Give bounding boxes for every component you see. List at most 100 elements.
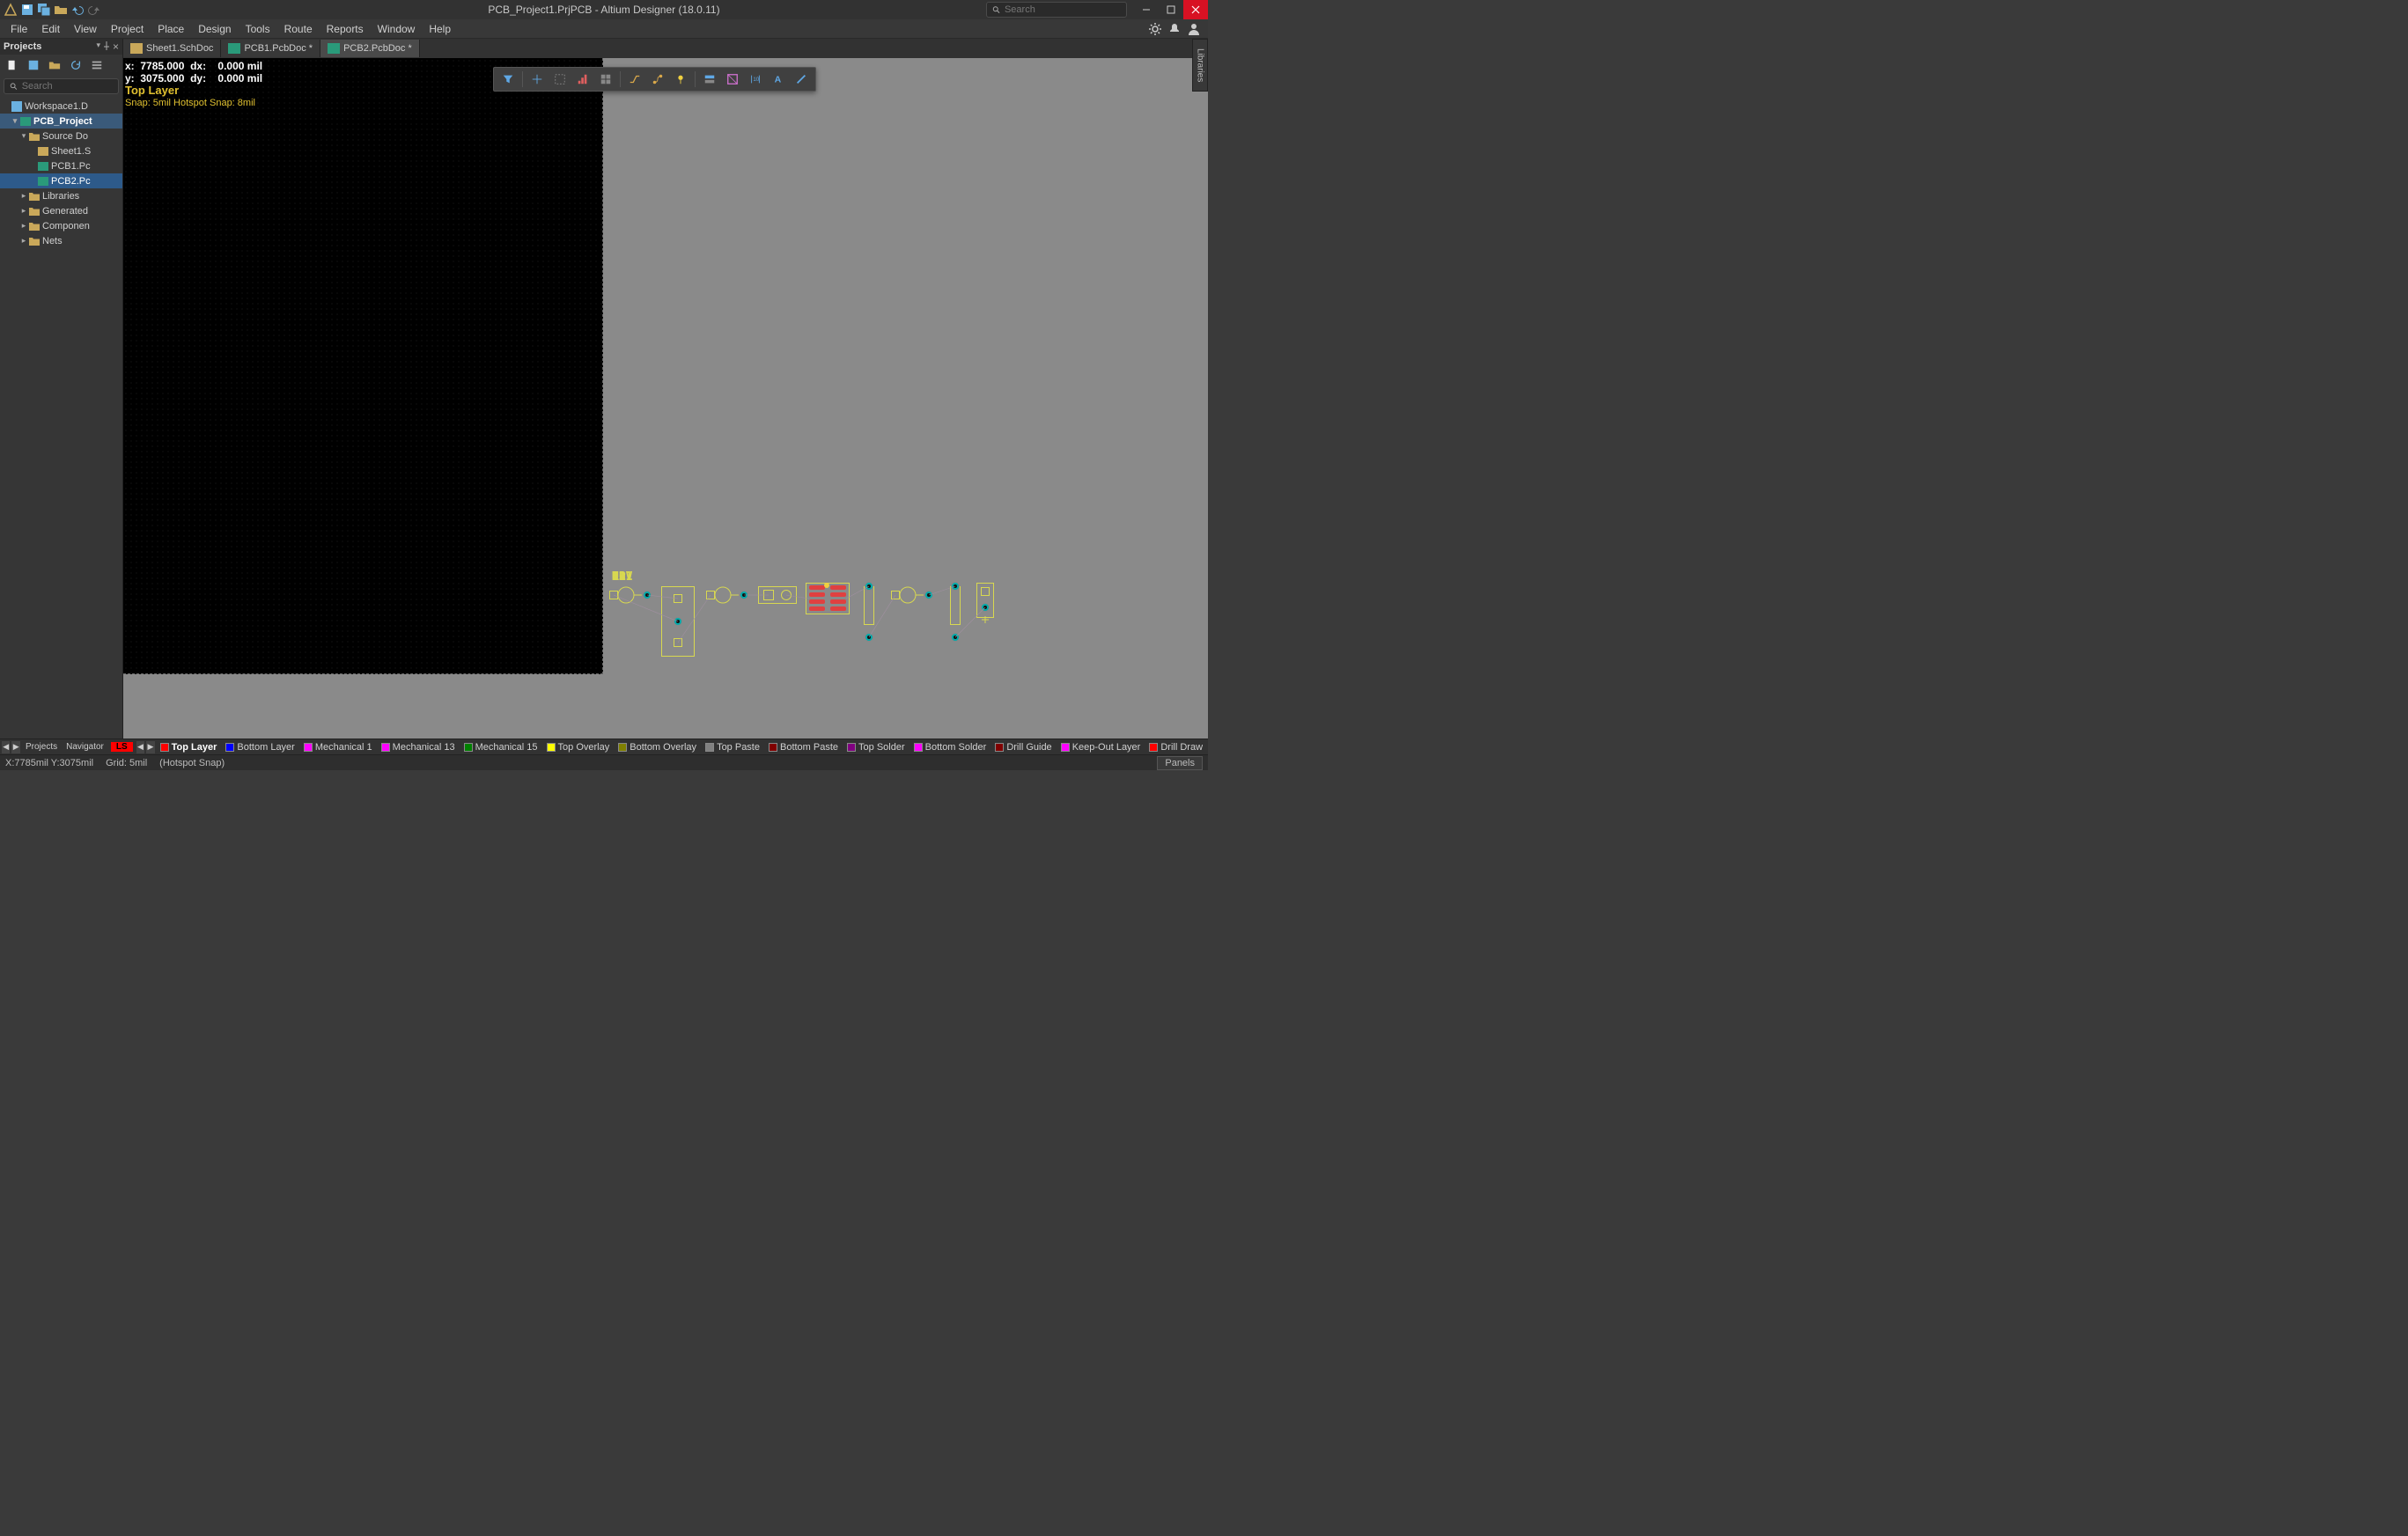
route-icon[interactable] <box>624 69 645 90</box>
layer-top-solder[interactable]: Top Solder <box>843 742 909 753</box>
layer-bottom-paste[interactable]: Bottom Paste <box>765 742 842 753</box>
active-bar[interactable]: 10 A <box>493 67 816 92</box>
layer-bottom-solder[interactable]: Bottom Solder <box>910 742 990 753</box>
menu-window[interactable]: Window <box>371 21 423 37</box>
minitab-navigator[interactable]: Navigator <box>63 742 107 752</box>
open-folder-icon[interactable] <box>54 3 68 17</box>
layer-mechanical-15[interactable]: Mechanical 15 <box>460 742 541 753</box>
projects-search-box[interactable] <box>4 78 119 94</box>
layer-scroll-left[interactable]: ◀ <box>136 741 144 753</box>
projects-search-wrap <box>0 76 122 97</box>
panels-button[interactable]: Panels <box>1157 756 1203 770</box>
layer-bottom-layer[interactable]: Bottom Layer <box>222 742 298 753</box>
panel-dropdown-icon[interactable]: ▾ <box>96 40 100 53</box>
menu-view[interactable]: View <box>67 21 104 37</box>
menu-reports[interactable]: Reports <box>320 21 371 37</box>
save-icon[interactable] <box>20 3 34 17</box>
save-all-icon[interactable] <box>37 3 51 17</box>
via-icon[interactable] <box>647 69 668 90</box>
align-icon[interactable] <box>572 69 593 90</box>
user-icon[interactable] <box>1187 22 1201 36</box>
undo-icon[interactable] <box>70 3 85 17</box>
menu-edit[interactable]: Edit <box>34 21 67 37</box>
panel-options-icon[interactable] <box>88 56 106 74</box>
place-cross-icon[interactable] <box>527 69 548 90</box>
menu-project[interactable]: Project <box>104 21 151 37</box>
tree-source[interactable]: ▾Source Do <box>0 129 122 143</box>
refresh-icon[interactable] <box>67 56 85 74</box>
status-left: X:7785mil Y:3075mil Grid: 5mil (Hotspot … <box>5 758 225 768</box>
layer-drill-draw[interactable]: Drill Draw <box>1145 742 1206 753</box>
titlebar-right <box>986 0 1208 19</box>
tab-sheet1-schdoc[interactable]: Sheet1.SchDoc <box>123 40 221 57</box>
tree-folder-generated[interactable]: ▸Generated <box>0 203 122 218</box>
selection-rect-icon[interactable] <box>549 69 571 90</box>
layer-mechanical-1[interactable]: Mechanical 1 <box>300 742 376 753</box>
text-icon[interactable]: A <box>768 69 789 90</box>
layer-view-icon[interactable] <box>699 69 720 90</box>
layer-keep-out-layer[interactable]: Keep-Out Layer <box>1057 742 1145 753</box>
ls-chip[interactable]: LS <box>111 742 133 752</box>
svg-text:A: A <box>775 75 782 85</box>
global-search-input[interactable] <box>1005 4 1121 15</box>
highlight-icon[interactable] <box>670 69 691 90</box>
hud-snap: Snap: 5mil Hotspot Snap: 8mil <box>125 97 262 109</box>
projects-search-input[interactable] <box>22 81 113 92</box>
layer-drill-guide[interactable]: Drill Guide <box>991 742 1055 753</box>
line-tool-icon[interactable] <box>791 69 812 90</box>
hud-layer: Top Layer <box>125 85 262 97</box>
layer-mechanical-13[interactable]: Mechanical 13 <box>378 742 459 753</box>
tree-workspace[interactable]: Workspace1.D <box>0 99 122 114</box>
menu-file[interactable]: File <box>4 21 34 37</box>
projects-panel-header: Projects ▾ × <box>0 39 122 55</box>
filter-icon[interactable] <box>497 69 519 90</box>
grid-icon[interactable] <box>595 69 616 90</box>
redo-icon[interactable] <box>87 3 101 17</box>
panel-pin-icon[interactable] <box>102 40 111 53</box>
layer-nav-first[interactable]: ◀ <box>2 741 10 753</box>
maximize-button[interactable] <box>1159 0 1183 19</box>
minitab-projects[interactable]: Projects <box>22 742 61 752</box>
layer-nav-prev[interactable]: ▶ <box>11 741 19 753</box>
svg-text:10: 10 <box>753 77 759 83</box>
minimize-button[interactable] <box>1134 0 1159 19</box>
layer-top-layer[interactable]: Top Layer <box>157 742 221 753</box>
layer-bottom-overlay[interactable]: Bottom Overlay <box>615 742 700 753</box>
layer-scroll-right[interactable]: ▶ <box>146 741 154 753</box>
menu-place[interactable]: Place <box>151 21 191 37</box>
layer-bar[interactable]: ◀▶ProjectsNavigatorLS◀▶Top LayerBottom L… <box>0 739 1208 754</box>
tree-folder-libraries[interactable]: ▸Libraries <box>0 188 122 203</box>
menu-route[interactable]: Route <box>277 21 320 37</box>
board-icon[interactable] <box>722 69 743 90</box>
tab-pcb1-pcbdoc[interactable]: PCB1.PcbDoc * <box>221 40 320 57</box>
layer-top-paste[interactable]: Top Paste <box>702 742 763 753</box>
dimension-icon[interactable]: 10 <box>745 69 766 90</box>
layer-top-overlay[interactable]: Top Overlay <box>543 742 614 753</box>
tree-file-pcb2[interactable]: PCB2.Pc <box>0 173 122 188</box>
tree-folder-nets[interactable]: ▸Nets <box>0 233 122 248</box>
open-project-icon[interactable] <box>46 56 63 74</box>
menu-help[interactable]: Help <box>422 21 458 37</box>
new-doc-icon[interactable] <box>4 56 21 74</box>
tree-project[interactable]: ▾PCB_Project <box>0 114 122 129</box>
menu-list: FileEditViewProjectPlaceDesignToolsRoute… <box>4 21 458 37</box>
bell-icon[interactable] <box>1167 22 1182 36</box>
compile-icon[interactable] <box>25 56 42 74</box>
global-search-box[interactable] <box>986 2 1127 18</box>
projects-tree[interactable]: Workspace1.D▾PCB_Project▾Source DoSheet1… <box>0 97 122 739</box>
menu-tools[interactable]: Tools <box>239 21 277 37</box>
panel-close-icon[interactable]: × <box>113 40 119 53</box>
tree-file-sheet1[interactable]: Sheet1.S <box>0 143 122 158</box>
libraries-dock-tab[interactable]: Libraries <box>1192 39 1208 92</box>
tab-pcb2-pcbdoc[interactable]: PCB2.PcbDoc * <box>320 40 420 57</box>
close-button[interactable] <box>1183 0 1208 19</box>
status-bar: X:7785mil Y:3075mil Grid: 5mil (Hotspot … <box>0 754 1208 770</box>
tree-file-pcb1[interactable]: PCB1.Pc <box>0 158 122 173</box>
menu-design[interactable]: Design <box>191 21 238 37</box>
hud-coords-y: y: 3075.000 dy: 0.000 mil <box>125 72 262 85</box>
gear-icon[interactable] <box>1148 22 1162 36</box>
tree-folder-componen[interactable]: ▸Componen <box>0 218 122 233</box>
pcb-canvas[interactable]: x: 7785.000 dx: 0.000 mil y: 3075.000 dy… <box>123 58 1208 739</box>
status-grid: Grid: 5mil <box>106 758 147 768</box>
hud: x: 7785.000 dx: 0.000 mil y: 3075.000 dy… <box>125 60 262 109</box>
